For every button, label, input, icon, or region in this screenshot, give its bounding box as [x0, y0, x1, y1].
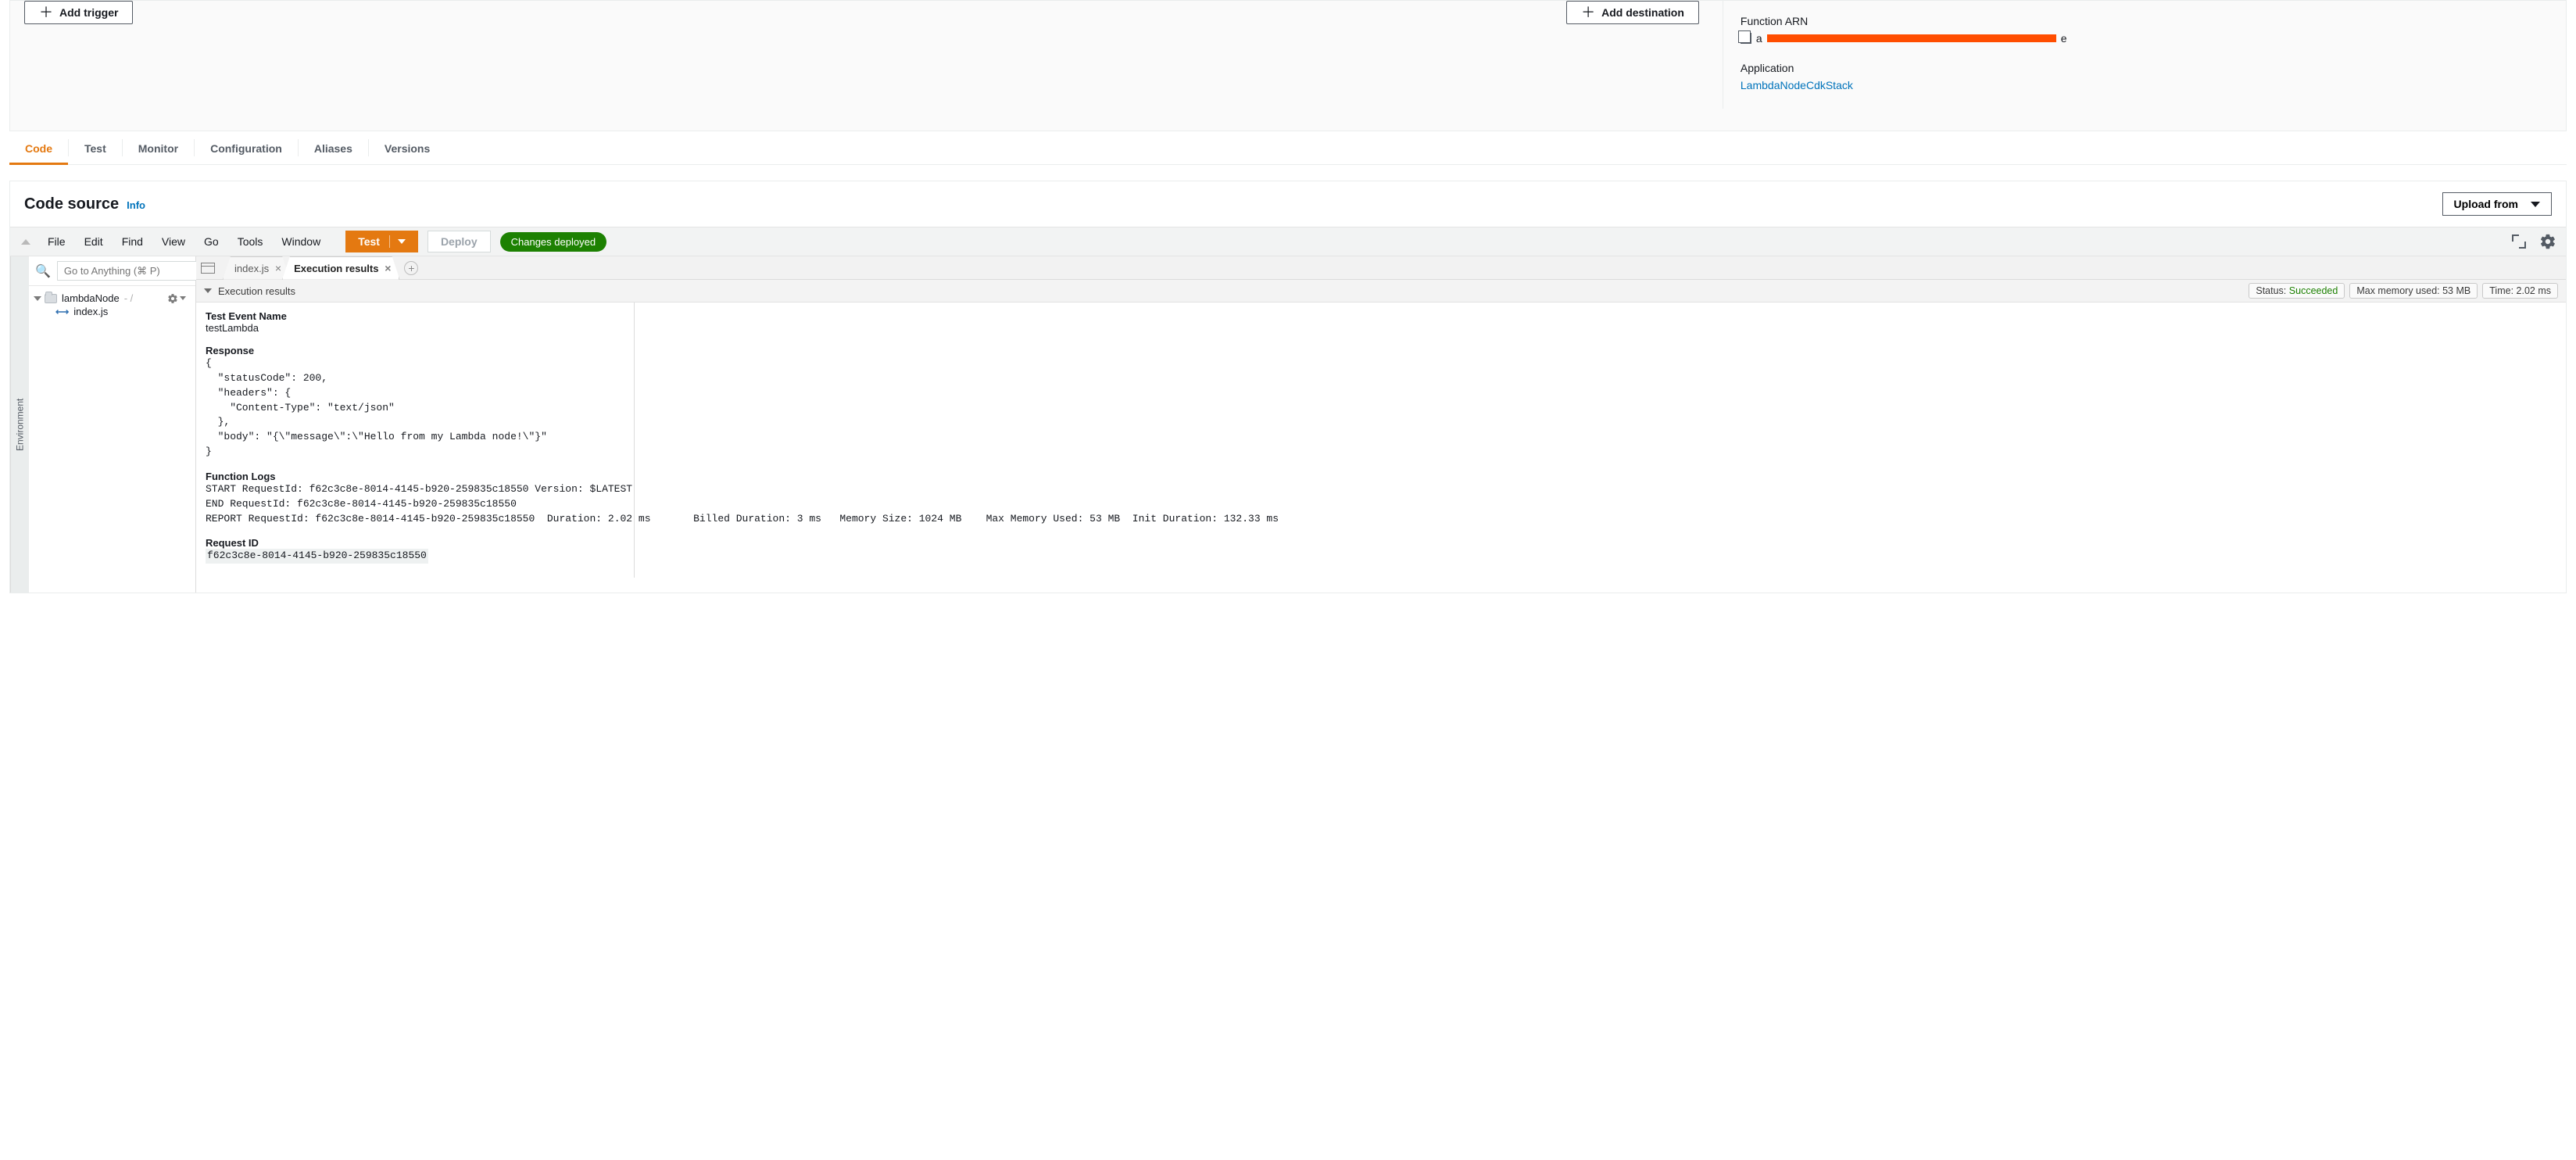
upload-from-label: Upload from	[2454, 198, 2518, 210]
deploy-button[interactable]: Deploy	[428, 231, 491, 252]
arn-prefix: a	[1756, 32, 1762, 45]
add-trigger-button[interactable]: ＋ Add trigger	[24, 1, 133, 24]
ide-body: Environment 🔍 lambdaNode - /	[10, 256, 2566, 593]
editor-pane: index.js × Execution results × + Executi…	[196, 256, 2566, 593]
tab-test[interactable]: Test	[69, 131, 122, 164]
code-source-panel: Code source Info Upload from File Edit F…	[9, 181, 2567, 593]
menu-view[interactable]: View	[154, 231, 193, 252]
tree-file-label: index.js	[73, 306, 108, 317]
tab-monitor[interactable]: Monitor	[123, 131, 194, 164]
max-memory-value: 53 MB	[2442, 285, 2470, 296]
status-pill: Status: Succeeded	[2249, 283, 2345, 299]
info-link[interactable]: Info	[127, 199, 145, 211]
window-icon[interactable]	[201, 263, 215, 274]
copy-icon[interactable]	[1741, 33, 1751, 44]
tree-root[interactable]: lambdaNode - /	[32, 291, 192, 306]
code-source-title: Code source	[24, 195, 119, 213]
editor-tab-label: Execution results	[294, 263, 378, 274]
editor-tab-indexjs[interactable]: index.js ×	[223, 256, 290, 280]
menu-find[interactable]: Find	[114, 231, 151, 252]
execution-results-header: Execution results Status: Succeeded Max …	[196, 280, 2566, 303]
request-id-value: f62c3c8e-8014-4145-b920-259835c18550	[206, 549, 428, 564]
tab-configuration[interactable]: Configuration	[195, 131, 298, 164]
request-id-label: Request ID	[206, 537, 2556, 549]
arn-suffix: e	[2061, 32, 2067, 45]
goto-anything-input[interactable]	[57, 261, 209, 281]
chevron-down-icon[interactable]	[204, 288, 212, 293]
max-memory-label: Max memory used:	[2356, 285, 2439, 296]
collapse-toolbar-icon[interactable]	[21, 239, 30, 245]
tree-root-slash: - /	[124, 292, 134, 304]
tab-code[interactable]: Code	[9, 131, 68, 164]
time-value: 2.02 ms	[2517, 285, 2551, 296]
file-explorer: 🔍 lambdaNode - / ⟷ index.js	[29, 256, 196, 593]
execution-results-body: Test Event Name testLambda Response { "s…	[196, 303, 2566, 578]
upload-from-button[interactable]: Upload from	[2442, 192, 2552, 216]
environment-rail[interactable]: Environment	[10, 256, 29, 593]
caret-down-icon	[398, 239, 406, 244]
menu-tools[interactable]: Tools	[230, 231, 271, 252]
status-value: Succeeded	[2289, 285, 2338, 296]
application-label: Application	[1741, 62, 2547, 74]
application-link[interactable]: LambdaNodeCdkStack	[1741, 79, 2547, 91]
menu-go[interactable]: Go	[196, 231, 227, 252]
execution-results-title: Execution results	[218, 285, 295, 297]
editor-split-handle[interactable]	[634, 303, 635, 578]
max-memory-pill: Max memory used: 53 MB	[2349, 283, 2478, 299]
folder-icon	[45, 294, 57, 303]
function-arn-label: Function ARN	[1741, 15, 2547, 27]
close-icon[interactable]: ×	[275, 262, 281, 274]
close-icon[interactable]: ×	[385, 262, 391, 274]
plus-icon: ＋	[39, 7, 53, 18]
add-trigger-label: Add trigger	[59, 6, 118, 19]
test-event-name-label: Test Event Name	[206, 310, 2556, 322]
caret-down-icon	[2531, 202, 2540, 207]
tab-versions[interactable]: Versions	[369, 131, 445, 164]
plus-icon: ＋	[1581, 7, 1595, 18]
arn-redacted	[1767, 34, 2056, 42]
deployed-badge: Changes deployed	[500, 232, 606, 252]
tree-file-indexjs[interactable]: ⟷ index.js	[32, 306, 192, 317]
function-tabs: Code Test Monitor Configuration Aliases …	[9, 131, 2567, 165]
new-tab-button[interactable]: +	[404, 261, 418, 275]
editor-tabs: index.js × Execution results × +	[196, 256, 2566, 280]
function-logs-body: START RequestId: f62c3c8e-8014-4145-b920…	[206, 482, 2556, 527]
time-pill: Time: 2.02 ms	[2482, 283, 2558, 299]
designer-card: ＋ Add trigger ＋ Add destination Function…	[9, 0, 2567, 131]
function-logs-label: Function Logs	[206, 471, 2556, 482]
editor-tab-execution-results[interactable]: Execution results ×	[282, 256, 399, 280]
time-label: Time:	[2489, 285, 2513, 296]
chevron-down-icon	[34, 296, 41, 301]
menu-edit[interactable]: Edit	[77, 231, 111, 252]
menu-file[interactable]: File	[40, 231, 73, 252]
add-destination-label: Add destination	[1601, 6, 1684, 19]
test-event-name-value: testLambda	[206, 322, 2556, 334]
tree-gear-icon[interactable]	[167, 293, 189, 304]
response-body: { "statusCode": 200, "headers": { "Conte…	[206, 356, 2556, 460]
test-button-label: Test	[358, 235, 380, 248]
test-button[interactable]: Test	[345, 231, 418, 252]
tree-root-label: lambdaNode	[62, 292, 120, 304]
menu-window[interactable]: Window	[274, 231, 328, 252]
response-label: Response	[206, 345, 2556, 356]
status-label: Status:	[2256, 285, 2286, 296]
js-file-icon: ⟷	[55, 306, 69, 317]
search-icon[interactable]: 🔍	[35, 263, 51, 279]
ide-toolbar: File Edit Find View Go Tools Window Test…	[10, 227, 2566, 256]
tab-aliases[interactable]: Aliases	[299, 131, 368, 164]
gear-icon[interactable]	[2539, 233, 2556, 250]
fullscreen-icon[interactable]	[2513, 235, 2525, 248]
editor-tab-label: index.js	[234, 263, 269, 274]
add-destination-button[interactable]: ＋ Add destination	[1566, 1, 1699, 24]
